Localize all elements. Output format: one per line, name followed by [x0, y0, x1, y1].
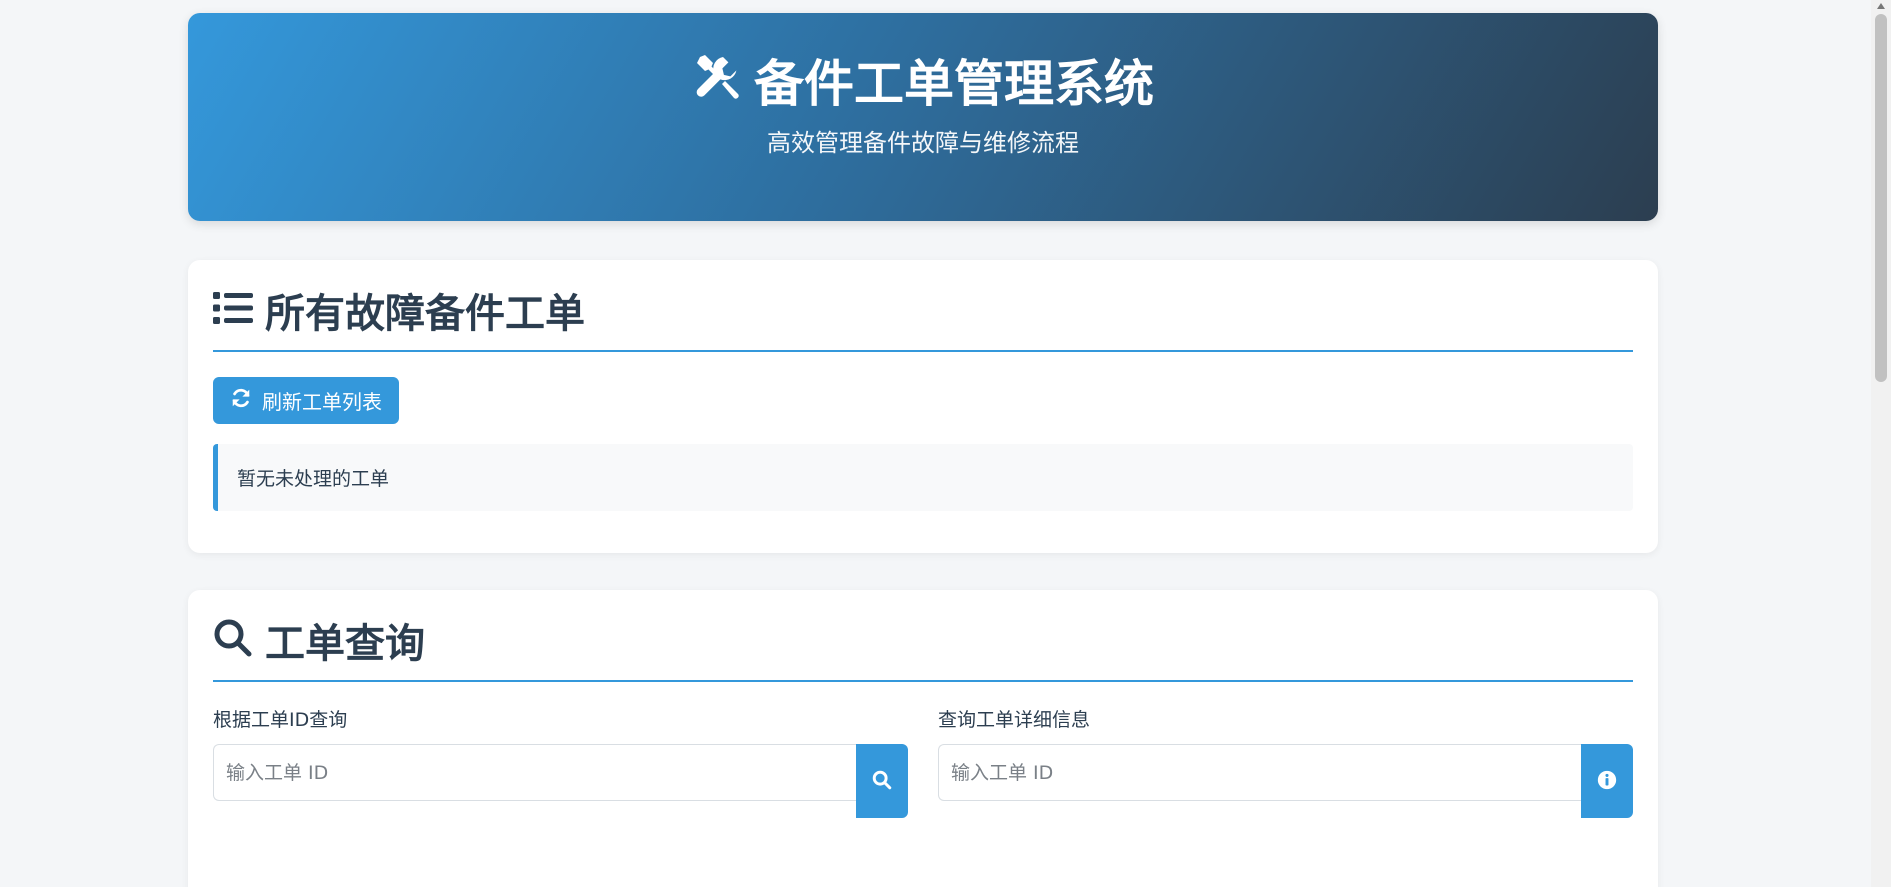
workorder-query-title: 工单查询: [265, 621, 425, 667]
list-icon: [213, 288, 253, 340]
main-container: 备件工单管理系统 高效管理备件故障与维修流程 所有故障备件工单 刷新工单列表 暂…: [188, 13, 1658, 887]
query-by-id-group: 根据工单ID查询: [213, 708, 908, 818]
tools-icon: [692, 51, 744, 116]
query-by-id-input-group: [213, 744, 908, 818]
refresh-workorders-button[interactable]: 刷新工单列表: [213, 377, 399, 424]
header-banner: 备件工单管理系统 高效管理备件故障与维修流程: [188, 13, 1658, 221]
refresh-icon: [230, 387, 252, 414]
workorder-list-heading: 所有故障备件工单: [213, 288, 1633, 352]
empty-message-text: 暂无未处理的工单: [237, 468, 390, 490]
query-detail-group: 查询工单详细信息: [938, 708, 1633, 818]
info-icon: [1596, 769, 1618, 794]
query-by-id-label: 根据工单ID查询: [213, 709, 348, 731]
search-icon: [213, 618, 253, 670]
query-detail-label: 查询工单详细信息: [938, 709, 1091, 731]
query-row: 根据工单ID查询 输入工单 ID 查询工单详细信息 输入工单 ID: [213, 708, 1633, 818]
workorder-list-card: 所有故障备件工单 刷新工单列表 暂无未处理的工单: [188, 260, 1658, 553]
page-subtitle: 高效管理备件故障与维修流程: [767, 129, 1079, 157]
workorder-detail-button[interactable]: [1581, 744, 1633, 818]
page-title: 备件工单管理系统: [754, 54, 1154, 113]
scrollbar-thumb[interactable]: [1875, 14, 1887, 382]
workorder-detail-id-input[interactable]: [938, 744, 1581, 801]
scroll-up-arrow-icon[interactable]: [1877, 3, 1885, 9]
search-icon: [871, 769, 893, 794]
workorder-query-heading: 工单查询: [213, 618, 1633, 682]
search-workorder-button[interactable]: [856, 744, 908, 818]
empty-workorders-message: 暂无未处理的工单: [213, 444, 1633, 511]
page-scrollbar[interactable]: [1871, 0, 1891, 887]
page: 备件工单管理系统 高效管理备件故障与维修流程 所有故障备件工单 刷新工单列表 暂…: [0, 0, 1891, 887]
workorder-id-search-input[interactable]: [213, 744, 856, 801]
workorder-list-title: 所有故障备件工单: [265, 291, 585, 337]
page-title-row: 备件工单管理系统: [692, 51, 1154, 116]
refresh-button-label: 刷新工单列表: [262, 390, 382, 414]
workorder-query-card: 工单查询 根据工单ID查询 输入工单 ID 查询工单详细信息 输入工单 ID: [188, 590, 1658, 887]
query-detail-input-group: [938, 744, 1633, 818]
